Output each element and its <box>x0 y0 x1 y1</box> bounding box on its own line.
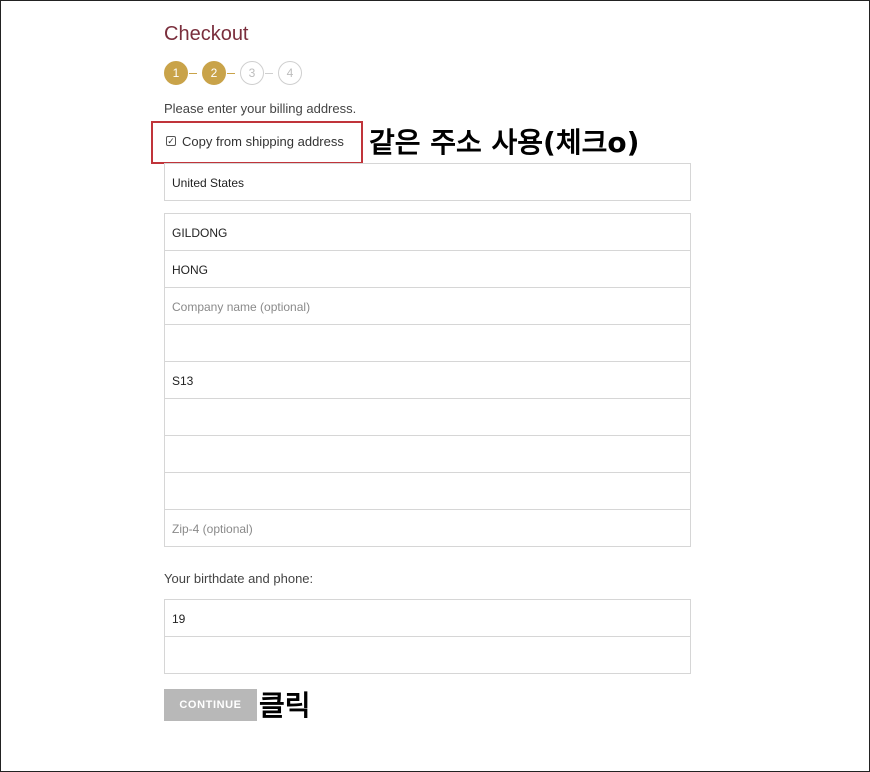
city-field[interactable] <box>164 398 691 436</box>
phone-field[interactable] <box>164 636 691 674</box>
last-name-field[interactable]: HONG <box>164 250 691 288</box>
company-placeholder: Company name (optional) <box>172 300 311 314</box>
state-field[interactable] <box>164 435 691 473</box>
copy-shipping-highlight: ✓ Copy from shipping address <box>151 121 363 164</box>
step-1-indicator: 1 <box>164 61 188 85</box>
birthdate-phone-label: Your birthdate and phone: <box>164 571 314 586</box>
country-group: United States <box>164 163 691 201</box>
copy-shipping-checkbox[interactable]: ✓ <box>166 136 176 146</box>
first-name-field[interactable]: GILDONG <box>164 213 691 251</box>
birthdate-value: 19 <box>172 612 186 626</box>
zip-field[interactable] <box>164 472 691 510</box>
screenshot-frame: Checkout 1 2 3 4 Please enter your billi… <box>0 0 870 772</box>
address-group: GILDONG HONG Company name (optional) S13… <box>164 213 691 547</box>
last-name-value: HONG <box>172 263 208 277</box>
company-field[interactable]: Company name (optional) <box>164 287 691 325</box>
address-line2-value: S13 <box>172 374 194 388</box>
annotation-click-note: 클릭 <box>259 689 311 722</box>
step-4-indicator: 4 <box>278 61 302 85</box>
continue-button[interactable]: CONTINUE <box>164 689 257 721</box>
birthdate-field[interactable]: 19 <box>164 599 691 637</box>
step-connector <box>189 73 197 74</box>
address-line1-field[interactable] <box>164 324 691 362</box>
first-name-value: GILDONG <box>172 226 228 240</box>
copy-shipping-label[interactable]: Copy from shipping address <box>182 134 344 149</box>
country-select[interactable]: United States <box>164 163 691 201</box>
step-2-indicator: 2 <box>202 61 226 85</box>
zip4-placeholder: Zip-4 (optional) <box>172 522 253 536</box>
page-title: Checkout <box>164 23 249 45</box>
country-value: United States <box>172 176 245 190</box>
step-connector <box>227 73 235 74</box>
annotation-copy-note: 같은 주소 사용(체크o) <box>369 126 640 159</box>
billing-prompt: Please enter your billing address. <box>164 101 357 116</box>
step-3-indicator: 3 <box>240 61 264 85</box>
step-connector <box>265 73 273 74</box>
birth-group: 19 <box>164 599 691 674</box>
address-line2-field[interactable]: S13 <box>164 361 691 399</box>
zip4-field[interactable]: Zip-4 (optional) <box>164 509 691 547</box>
